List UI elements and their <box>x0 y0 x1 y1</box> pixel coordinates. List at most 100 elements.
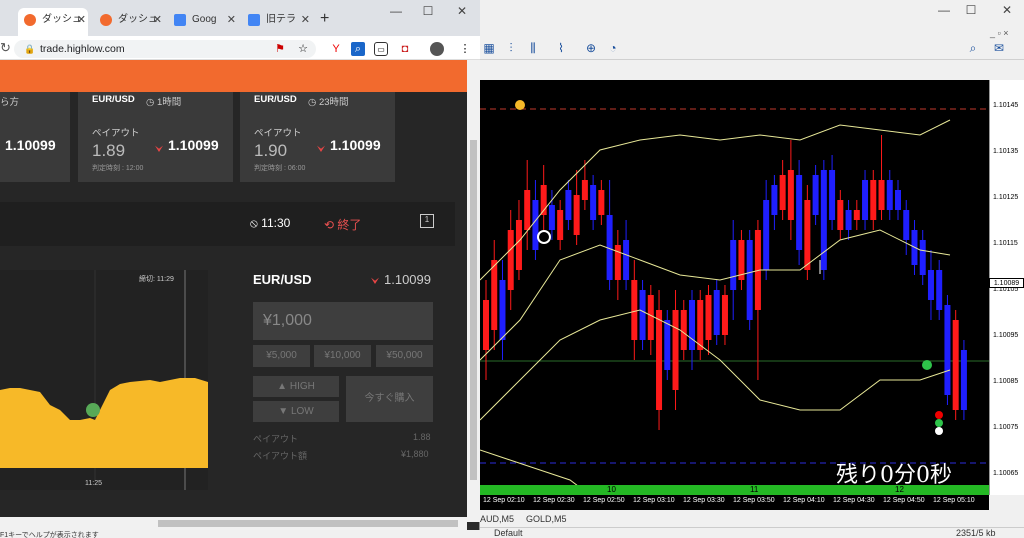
quick-5000[interactable]: ¥5,000 <box>253 345 310 367</box>
candle <box>779 175 786 210</box>
url-field[interactable]: 🔒 trade.highlow.com <box>14 40 316 58</box>
star-icon[interactable]: ☆ <box>296 42 310 56</box>
down-arrow-icon <box>371 277 379 284</box>
quick-10000[interactable]: ¥10,000 <box>314 345 371 367</box>
tab-1[interactable]: ダッシュ ✕ <box>18 8 88 36</box>
candle <box>697 300 704 350</box>
reload-icon[interactable]: ↻ <box>0 40 11 56</box>
ext-pocket-icon[interactable]: ◘ <box>398 42 412 56</box>
candle <box>746 240 753 320</box>
symbol-tabs: AUD,M5 GOLD,M5 <box>478 513 1024 526</box>
low-button[interactable]: ▼ LOW <box>253 401 339 422</box>
time-tick: 12 Sep 03:10 <box>633 497 675 504</box>
maximize-icon[interactable]: ☐ <box>417 4 439 18</box>
time-tick: 12 Sep 04:50 <box>883 497 925 504</box>
candle <box>944 305 951 395</box>
payout-label: ペイアウト <box>253 434 299 444</box>
mt4-toolbar: ▦ ⫶ ⫼ ⌇ ⊕ ◔ ⌕ ✉ <box>478 36 1024 60</box>
candle <box>515 220 522 270</box>
line-chart-icon[interactable]: ⌇ <box>552 40 570 56</box>
maximize-icon[interactable]: ☐ <box>960 3 982 17</box>
close-icon[interactable]: ✕ <box>451 4 473 18</box>
search-icon[interactable]: ⌕ <box>964 40 982 56</box>
tab-2[interactable]: ダッシュ ✕ <box>94 8 164 36</box>
candle-icon[interactable]: ⫼ <box>524 40 542 56</box>
candle <box>837 200 844 230</box>
translate-icon[interactable]: ⚑ <box>273 42 287 56</box>
expand-icon[interactable]: 1 <box>420 214 434 228</box>
candle <box>639 290 646 340</box>
signal-icon <box>935 427 943 435</box>
horizontal-scrollbar[interactable] <box>0 517 467 530</box>
time-tick: 12 Sep 04:30 <box>833 497 875 504</box>
time-tick: 12 Sep 02:50 <box>583 497 625 504</box>
status-help: F1キーでヘルプが表示されます <box>0 530 480 538</box>
grid-icon[interactable]: ▦ <box>480 40 498 56</box>
tab-gold[interactable]: GOLD,M5 <box>526 514 567 524</box>
zoom-icon[interactable]: ⊕ <box>582 40 600 56</box>
ext-chat-icon[interactable]: ▭ <box>374 42 388 56</box>
amount-input[interactable]: ¥1,000 <box>253 302 433 340</box>
mdi-controls[interactable]: _ ▫ × <box>990 28 1008 38</box>
chat-icon[interactable]: ✉ <box>990 40 1008 56</box>
option-card-2[interactable]: EUR/USD ◷ 23時間 ペイアウト 1.90 1.10099 判定時刻 :… <box>240 92 395 182</box>
candle <box>936 270 943 310</box>
minimize-icon[interactable]: — <box>933 3 955 17</box>
candle <box>787 170 794 220</box>
candle <box>862 180 869 220</box>
bar-chart-icon[interactable]: ⫶ <box>502 40 520 56</box>
time-tick: 12 Sep 05:10 <box>933 497 975 504</box>
candle <box>483 300 489 350</box>
avatar[interactable] <box>430 42 444 56</box>
time-tick: 12 Sep 03:30 <box>683 497 725 504</box>
payout-value: 1.88 <box>413 432 431 442</box>
signal-icon <box>922 360 932 370</box>
candle <box>927 270 934 300</box>
entry-marker <box>86 403 100 417</box>
price-chart[interactable]: 残り0分0秒 <box>480 80 989 495</box>
candle <box>598 190 605 215</box>
close-icon[interactable]: ✕ <box>996 3 1018 17</box>
timer-bar: ⦸ 11:30 ⟲ 終了 1 <box>0 202 455 246</box>
buy-now-button[interactable]: 今すぐ購入 <box>346 376 433 422</box>
signal-icon <box>935 411 943 419</box>
tab-4[interactable]: 旧テラ ✕ <box>242 8 312 36</box>
ext-y-icon[interactable]: Y <box>329 42 343 56</box>
candle <box>499 280 506 340</box>
time-tick: 11:25 <box>85 480 102 487</box>
candle <box>878 180 885 210</box>
candle <box>689 300 695 350</box>
clock-icon[interactable]: ◔ <box>604 40 622 56</box>
tab-aud[interactable]: AUD,M5 <box>480 514 514 524</box>
option-card-1[interactable]: EUR/USD ◷ 1時間 ペイアウト 1.89 1.10099 判定時刻 : … <box>78 92 233 182</box>
close-tab-icon: ✕ <box>76 14 86 26</box>
candle <box>870 180 877 220</box>
menu-icon[interactable]: ⋮ <box>458 42 472 56</box>
card-partial[interactable]: ら方 1.10099 <box>0 92 70 182</box>
candle <box>721 295 728 335</box>
marker-circle <box>537 230 551 244</box>
browser-window: ダッシュ ✕ ダッシュ ✕ Goog ✕ 旧テラ ✕ + — ☐ ✕ ↻ 🔒 trade… <box>0 0 480 538</box>
high-button[interactable]: ▲ HIGH <box>253 376 339 397</box>
quick-50000[interactable]: ¥50,000 <box>376 345 433 367</box>
price-label: 1.10085 <box>993 378 1019 385</box>
new-tab-button[interactable]: + <box>320 10 329 28</box>
vertical-scrollbar[interactable] <box>467 60 480 522</box>
down-arrow-icon <box>317 145 325 152</box>
day-label: 11 <box>750 485 759 494</box>
minimize-icon[interactable]: — <box>385 4 407 18</box>
candle <box>672 310 679 390</box>
candle <box>532 200 539 250</box>
page-content: ら方 1.10099 EUR/USD ◷ 1時間 ペイアウト 1.89 1.10… <box>0 92 467 522</box>
candle <box>886 180 893 210</box>
tab-3[interactable]: Goog ✕ <box>168 8 238 36</box>
candle <box>903 210 910 240</box>
lock-icon: 🔒 <box>24 44 36 54</box>
candle <box>713 290 720 335</box>
status-traffic: 2351/5 kb <box>956 528 996 538</box>
timer-clock: ⦸ 11:30 <box>250 216 291 230</box>
candle <box>705 295 712 340</box>
price-area <box>0 378 208 468</box>
ext-search-icon[interactable]: ⌕ <box>351 42 365 56</box>
price-label: 1.10075 <box>993 424 1019 431</box>
